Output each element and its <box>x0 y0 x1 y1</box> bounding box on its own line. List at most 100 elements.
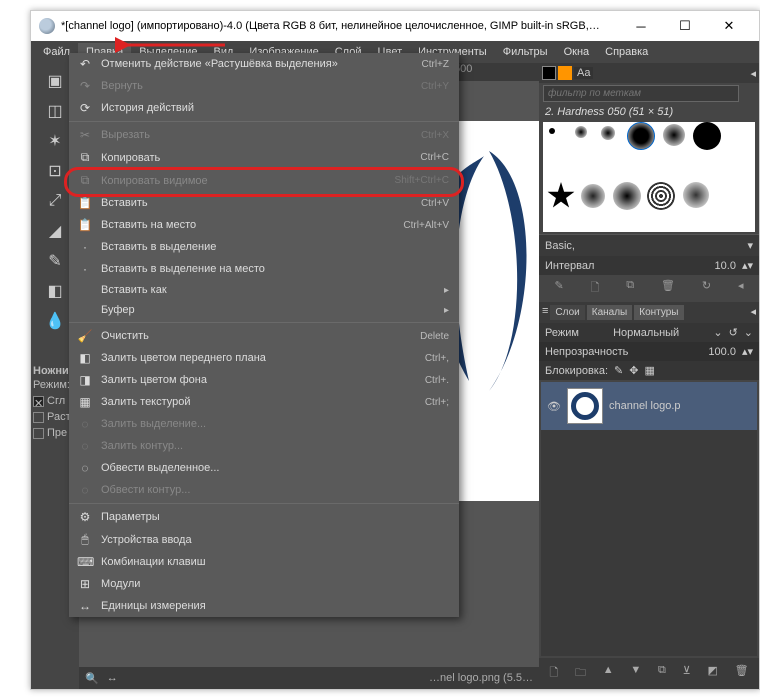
mask-layer-icon[interactable]: ◩ <box>707 664 717 683</box>
menu-item[interactable]: ·Вставить в выделение <box>69 236 459 258</box>
opacity-value[interactable]: 100.0 <box>708 346 736 358</box>
del-brush-icon[interactable]: 🗑 <box>661 279 675 298</box>
menu-item[interactable]: 🖱Устройства ввода <box>69 528 459 551</box>
opt-label-1: Раст <box>47 411 71 423</box>
opt-check-2[interactable] <box>33 428 44 439</box>
layer-group-icon[interactable]: 🗀 <box>575 664 586 683</box>
menu-item-label: Вернуть <box>101 80 413 92</box>
mode-reset-icon[interactable]: ↺ <box>729 326 738 339</box>
tool-transform[interactable]: ⤢ <box>37 187 73 215</box>
opacity-stepper[interactable]: ▴▾ <box>742 345 753 358</box>
tool-crop[interactable]: ⊡ <box>37 157 73 185</box>
dup-brush-icon[interactable]: ⧉ <box>626 279 634 298</box>
lock-pixels-icon[interactable]: ✎ <box>614 364 623 377</box>
menu-фильтры[interactable]: Фильтры <box>495 43 556 61</box>
menu-item-label: Обвести выделенное... <box>101 462 441 474</box>
raise-layer-icon[interactable]: ▲ <box>603 664 614 683</box>
menu-item[interactable]: ⊞ Модули <box>69 573 459 595</box>
layers-dock-menu-icon[interactable]: ◂ <box>750 305 756 320</box>
visibility-icon[interactable]: 👁 <box>547 400 561 413</box>
menu-item[interactable]: 🧹ОчиститьDelete <box>69 325 459 347</box>
menu-item[interactable]: ◌Обвести выделенное... <box>69 457 459 479</box>
tool-rect-select[interactable]: ▣ <box>37 67 73 95</box>
opt-check-0[interactable]: ✕ <box>33 396 44 407</box>
opt-check-1[interactable] <box>33 412 44 423</box>
chevron-down-icon[interactable]: ⌄ <box>744 326 753 339</box>
menu-item[interactable]: Буфер▸ <box>69 300 459 320</box>
edit-brush-icon[interactable]: ✎ <box>554 279 563 298</box>
menu-item-label: Вставить <box>101 197 413 209</box>
lock-alpha-icon[interactable]: ▦ <box>644 364 654 377</box>
layer-mode-value[interactable]: Нормальный <box>585 327 707 339</box>
menu-item[interactable]: ◨Залить цветом фонаCtrl+. <box>69 369 459 391</box>
tool-free-select[interactable]: ◫ <box>37 97 73 125</box>
menu-item[interactable]: ⧉КопироватьCtrl+C <box>69 146 459 169</box>
tool-pencil[interactable]: ✎ <box>37 247 73 275</box>
menu-item[interactable]: ·Вставить в выделение на место <box>69 258 459 280</box>
menu-item[interactable]: Вставить как▸ <box>69 280 459 300</box>
lower-layer-icon[interactable]: ▼ <box>630 664 641 683</box>
menu-окна[interactable]: Окна <box>556 43 598 61</box>
tab-layers[interactable]: Слои <box>550 305 584 320</box>
menu-item-icon: ⟳ <box>77 101 93 115</box>
close-button[interactable]: ✕ <box>707 11 751 41</box>
dock-menu-icon[interactable]: ◂ <box>750 67 756 80</box>
brush-filter-input[interactable] <box>543 85 739 102</box>
menu-item[interactable]: ⟳История действий <box>69 97 459 119</box>
menu-item[interactable]: ⚙Параметры <box>69 506 459 528</box>
layers-list: 👁 channel logo.p <box>541 382 757 656</box>
interval-stepper[interactable]: ▴▾ <box>742 259 753 272</box>
menu-item[interactable]: 📋Вставить на местоCtrl+Alt+V <box>69 214 459 236</box>
menu-item-label: Единицы измерения <box>101 600 441 612</box>
tool-eraser[interactable]: ◧ <box>37 277 73 305</box>
dup-layer-icon[interactable]: ⧉ <box>658 664 666 683</box>
menu-item-label: Модули <box>101 578 441 590</box>
menu-item-icon: ◌ <box>77 417 93 431</box>
chevron-down-icon[interactable]: ⌄ <box>713 326 722 339</box>
nav-icon[interactable]: ↔ <box>107 672 118 684</box>
menu-item[interactable]: 📋ВставитьCtrl+V <box>69 192 459 214</box>
maximize-button[interactable]: ☐ <box>663 11 707 41</box>
tab-paths[interactable]: Контуры <box>634 305 683 320</box>
brush-preset-label[interactable]: Basic, <box>545 240 741 252</box>
interval-value[interactable]: 10.0 <box>715 260 736 272</box>
menu-item[interactable]: ▦Залить текстуройCtrl+; <box>69 391 459 413</box>
zoom-icon[interactable]: 🔍 <box>85 672 99 685</box>
menu-item-label: Отменить действие «Растушёвка выделения» <box>101 58 414 70</box>
menu-item-icon: ◨ <box>77 373 93 387</box>
lock-position-icon[interactable]: ✥ <box>629 364 638 377</box>
brush-tab-icon[interactable] <box>542 66 556 80</box>
refresh-brush-icon[interactable]: ↻ <box>702 279 711 298</box>
brush-grid[interactable] <box>543 122 755 232</box>
font-tab-icon[interactable]: Aa <box>574 67 593 79</box>
new-layer-icon[interactable]: 🗋 <box>549 664 558 683</box>
menu-item[interactable]: ↔Единицы измерения <box>69 595 459 617</box>
menu-справка[interactable]: Справка <box>597 43 656 61</box>
menu-item-shortcut: Delete <box>420 331 449 342</box>
submenu-arrow-icon: ▸ <box>444 285 449 296</box>
menu-item-icon: ⊞ <box>77 577 93 591</box>
menu-item[interactable]: ↶Отменить действие «Растушёвка выделения… <box>69 53 459 75</box>
minimize-button[interactable]: ─ <box>619 11 663 41</box>
merge-layer-icon[interactable]: ⊻ <box>683 664 691 683</box>
menu-item-label: Буфер <box>101 304 436 316</box>
brush-tabs: Aa ◂ <box>539 63 759 83</box>
new-brush-icon[interactable]: 🗋 <box>591 279 600 298</box>
menu-item: ✂ВырезатьCtrl+X <box>69 124 459 146</box>
menu-item: ⧉Копировать видимоеShift+Ctrl+C <box>69 169 459 192</box>
menu-item[interactable]: ◧Залить цветом переднего планаCtrl+, <box>69 347 459 369</box>
pattern-tab-icon[interactable] <box>558 66 572 80</box>
chevron-down-icon[interactable]: ▾ <box>747 239 753 252</box>
tool-smudge[interactable]: 💧 <box>37 307 73 335</box>
tool-bucket[interactable]: ◢ <box>37 217 73 245</box>
layer-name[interactable]: channel logo.p <box>609 400 681 412</box>
layer-row[interactable]: 👁 channel logo.p <box>541 382 757 430</box>
tab-channels[interactable]: Каналы <box>587 305 633 320</box>
brush-opts-icon[interactable]: ◂ <box>738 279 744 298</box>
menu-item[interactable]: ⌨Комбинации клавиш <box>69 551 459 573</box>
lock-label: Блокировка: <box>545 365 608 377</box>
menu-item-shortcut: Ctrl+X <box>421 130 449 141</box>
delete-layer-icon[interactable]: 🗑 <box>735 664 749 683</box>
tool-fuzzy-select[interactable]: ✶ <box>37 127 73 155</box>
layers-tab-prefix-icon[interactable]: ≡ <box>542 305 548 320</box>
